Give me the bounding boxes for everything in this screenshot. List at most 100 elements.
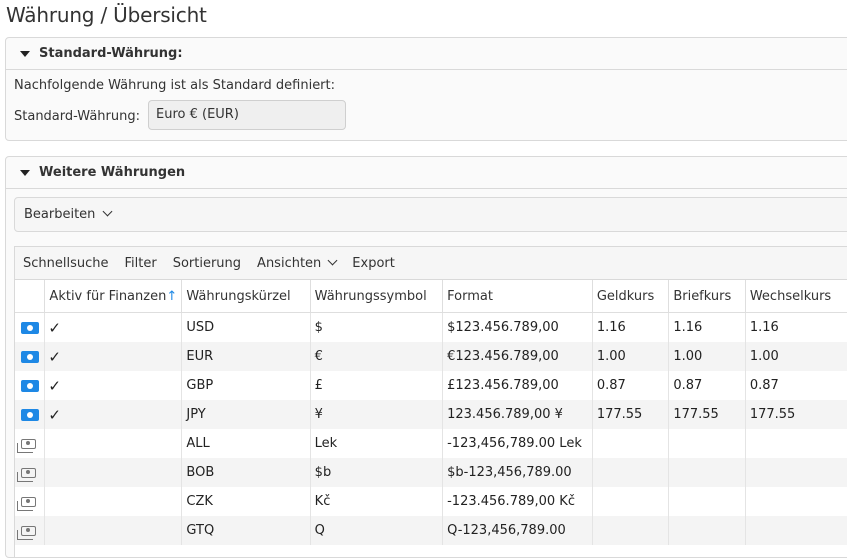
cell-symbol: ¥ <box>310 400 444 429</box>
column-header-active[interactable]: Aktiv für Finanzen↑ <box>44 280 183 313</box>
currency-inactive-icon <box>17 467 36 482</box>
currency-inactive-icon <box>17 525 36 540</box>
cell-rate <box>745 429 847 458</box>
quicksearch-button[interactable]: Schnellsuche <box>23 256 109 271</box>
cell-rate: 0.87 <box>745 371 847 400</box>
cell-symbol: $b <box>310 458 444 487</box>
table-row[interactable]: ✓ JPY ¥123.456.789,00 ¥177.55 177.55 177.55 <box>15 400 847 429</box>
column-header-code[interactable]: Währungskürzel <box>181 280 311 313</box>
cell-rate <box>745 458 847 487</box>
standard-currency-title: Standard-Währung: <box>39 46 183 61</box>
cell-bid: 0.87 <box>592 371 670 400</box>
chevron-down-icon <box>327 255 338 265</box>
currency-grid: Schnellsuche Filter Sortierung Ansichten… <box>14 246 847 557</box>
cell-symbol: € <box>310 342 444 371</box>
column-header-ask[interactable]: Briefkurs <box>668 280 746 313</box>
cell-ask: 1.16 <box>668 312 746 342</box>
cell-bid: 1.16 <box>592 312 670 342</box>
grid-toolbar: Schnellsuche Filter Sortierung Ansichten… <box>15 247 847 280</box>
cell-ask <box>668 458 746 487</box>
cell-active: ✓ <box>44 342 183 371</box>
standard-currency-header[interactable]: Standard-Währung: <box>6 38 847 70</box>
table-row[interactable]: ✓ GBP £ £123.456.789,00 0.87 0.87 0.87 <box>15 371 847 400</box>
cell-active: ✓ <box>44 400 183 429</box>
cell-bid: 177.55 <box>592 400 670 429</box>
further-currencies-title: Weitere Währungen <box>39 165 186 180</box>
cell-ask: 1.00 <box>668 342 746 371</box>
cell-active: ✓ <box>44 371 183 400</box>
views-label: Ansichten <box>257 255 322 271</box>
sort-button[interactable]: Sortierung <box>173 256 241 271</box>
cell-rate: 1.00 <box>745 342 847 371</box>
column-header-bid[interactable]: Geldkurs <box>592 280 670 313</box>
cell-active <box>44 458 183 487</box>
currency-inactive-icon <box>17 496 36 511</box>
standard-currency-field[interactable]: Euro € (EUR) <box>148 100 346 130</box>
cell-code: GBP <box>181 371 311 400</box>
column-header-symbol[interactable]: Währungssymbol <box>310 280 444 313</box>
cell-format: -123,456,789.00 Lek <box>442 429 593 458</box>
column-header-icon <box>15 280 46 313</box>
currency-active-icon <box>21 408 39 421</box>
cell-active <box>44 516 183 545</box>
cell-format: Q-123,456,789.00 <box>442 516 593 545</box>
cell-format: €123.456.789,00 <box>442 342 593 371</box>
table-header-row: Aktiv für Finanzen↑ Währungskürzel Währu… <box>15 280 847 313</box>
cell-ask <box>668 516 746 545</box>
cell-format: -123.456.789,00 Kč <box>442 487 593 516</box>
table-row[interactable]: ✓ EUR € €123.456.789,00 1.00 1.00 1.00 <box>15 342 847 371</box>
cell-code: GTQ <box>181 516 311 545</box>
edit-dropdown[interactable]: Bearbeiten <box>14 197 847 232</box>
cell-rate: 177.55 <box>745 400 847 429</box>
cell-icon <box>15 400 46 429</box>
cell-bid: 1.00 <box>592 342 670 371</box>
edit-label: Bearbeiten <box>24 207 96 222</box>
cell-code: JPY <box>181 400 311 429</box>
cell-symbol: Lek <box>310 429 444 458</box>
chevron-down-icon <box>102 206 113 217</box>
cell-active <box>44 429 183 458</box>
cell-code: BOB <box>181 458 311 487</box>
filter-button[interactable]: Filter <box>125 256 157 271</box>
standard-currency-info: Nachfolgende Währung ist als Standard de… <box>14 78 336 93</box>
standard-currency-panel: Standard-Währung: Nachfolgende Währung i… <box>5 37 847 141</box>
table-row[interactable]: CZK Kč -123.456.789,00 Kč <box>15 487 847 516</box>
cell-rate <box>745 487 847 516</box>
page-title: Währung / Übersicht <box>6 3 207 27</box>
table-row[interactable]: ✓ USD $ $123.456.789,00 1.16 1.16 1.16 <box>15 312 847 342</box>
table-row[interactable]: GTQ Q Q-123,456,789.00 <box>15 516 847 545</box>
further-currencies-panel: Weitere Währungen Bearbeiten Schnellsuch… <box>5 156 847 558</box>
table-row[interactable]: ALL Lek -123,456,789.00 Lek <box>15 429 847 458</box>
cell-icon <box>15 458 46 487</box>
table-body: ✓ USD $ $123.456.789,00 1.16 1.16 1.16 ✓ EUR € €12… <box>15 312 847 545</box>
cell-active <box>44 487 183 516</box>
cell-icon <box>15 312 46 342</box>
table-row[interactable]: BOB $b $b-123,456,789.00 <box>15 458 847 487</box>
currency-active-icon <box>21 321 39 334</box>
cell-format: £123.456.789,00 <box>442 371 593 400</box>
column-header-format[interactable]: Format <box>442 280 593 313</box>
export-button[interactable]: Export <box>352 256 395 271</box>
cell-icon <box>15 342 46 371</box>
cell-icon <box>15 487 46 516</box>
cell-rate: 1.16 <box>745 312 847 342</box>
cell-code: USD <box>181 312 311 342</box>
cell-ask <box>668 487 746 516</box>
column-header-active-label: Aktiv für Finanzen <box>49 288 167 304</box>
cell-symbol: £ <box>310 371 444 400</box>
cell-symbol: Kč <box>310 487 444 516</box>
views-button[interactable]: Ansichten <box>257 255 338 271</box>
currency-active-icon <box>21 350 39 363</box>
currency-active-icon <box>21 379 39 392</box>
further-currencies-header[interactable]: Weitere Währungen <box>6 157 847 189</box>
currency-table: Aktiv für Finanzen↑ Währungskürzel Währu… <box>15 280 847 545</box>
cell-code: CZK <box>181 487 311 516</box>
cell-icon <box>15 371 46 400</box>
column-header-rate[interactable]: Wechselkurs <box>745 280 847 313</box>
caret-down-icon <box>20 169 30 176</box>
cell-rate <box>745 516 847 545</box>
cell-icon <box>15 516 46 545</box>
cell-bid <box>592 458 670 487</box>
standard-currency-label: Standard-Währung: <box>14 109 140 124</box>
cell-symbol: $ <box>310 312 444 342</box>
